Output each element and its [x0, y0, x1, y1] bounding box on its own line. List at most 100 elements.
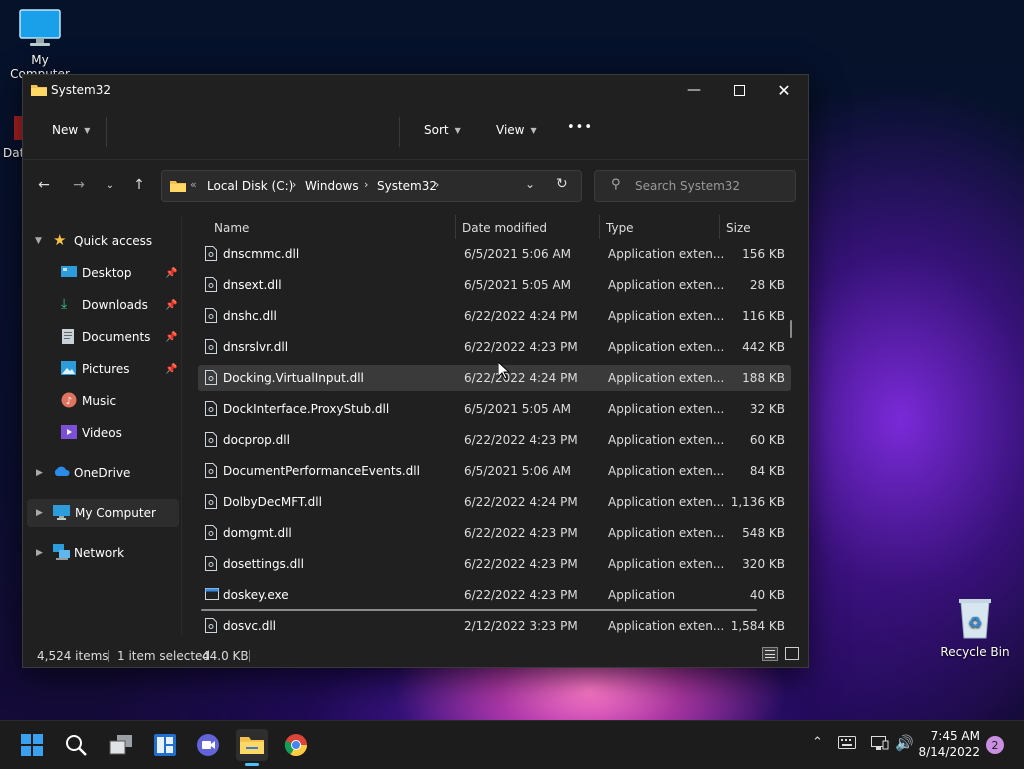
desktop-icon-recycle-bin[interactable]: ♻ Recycle Bin [935, 596, 1015, 659]
widgets-button[interactable] [149, 729, 181, 761]
pin-icon[interactable]: 📌 [165, 268, 177, 279]
desktop-icon-partial[interactable]: Data [0, 114, 24, 160]
pin-icon[interactable]: 📌 [165, 364, 177, 375]
network-status-icon[interactable] [871, 736, 889, 755]
column-header-type[interactable]: Type [606, 221, 634, 235]
new-button[interactable]: New ▼ [52, 123, 90, 137]
sidebar-item-desktop[interactable]: Desktop 📌 [23, 259, 179, 287]
start-button[interactable] [16, 729, 48, 761]
file-size: 84 KB [749, 464, 785, 478]
sidebar-item-label: Pictures [82, 362, 130, 376]
forward-button[interactable]: → [67, 175, 91, 195]
column-header-name[interactable]: Name [214, 221, 249, 235]
column-divider[interactable] [455, 215, 456, 239]
clock[interactable]: 7:45 AM 8/14/2022 [918, 728, 980, 760]
breadcrumb-local-disk[interactable]: Local Disk (C:) [207, 179, 293, 193]
table-row[interactable]: docprop.dll 6/22/2022 4:23 PM Application … [198, 427, 791, 453]
minimize-button[interactable]: — [671, 75, 717, 105]
pane-divider[interactable] [181, 215, 182, 635]
chevron-right-icon: ▶ [36, 468, 43, 478]
desktop-icon-my-computer[interactable]: My Computer [0, 8, 80, 81]
breadcrumb-windows[interactable]: Windows [305, 179, 359, 193]
file-date: 6/5/2021 5:05 AM [464, 278, 572, 292]
search-box[interactable]: ⚲ Search System32 [594, 170, 796, 202]
address-bar[interactable]: « Local Disk (C:) › Windows › System32 ›… [161, 170, 582, 202]
table-row[interactable]: dosettings.dll 6/22/2022 4:23 PM Applicati… [198, 551, 791, 577]
teams-chat-button[interactable] [192, 729, 224, 761]
file-name: dnscmmc.dll [223, 247, 300, 261]
file-size: 548 KB [742, 526, 785, 540]
notification-badge[interactable]: 2 [986, 736, 1004, 754]
recent-locations-button[interactable]: ⌄ [98, 175, 122, 195]
refresh-icon[interactable]: ↻ [556, 176, 568, 192]
breadcrumb-overflow[interactable]: « [190, 178, 197, 191]
table-row[interactable]: DocumentPerformanceEvents.dll 6/5/2021 5:… [198, 458, 791, 484]
item-count: 4,524 items [37, 649, 109, 663]
sidebar-item-documents[interactable]: Documents 📌 [23, 323, 179, 351]
pin-icon[interactable]: 📌 [165, 332, 177, 343]
more-options-button[interactable]: ••• [567, 120, 593, 135]
sidebar-item-pictures[interactable]: Pictures 📌 [23, 355, 179, 383]
address-history-dropdown[interactable]: ⌄ [525, 177, 535, 191]
file-size: 32 KB [749, 402, 785, 416]
folder-icon [31, 83, 47, 100]
file-list: ⌃ Name Date modified Type Size dnscmmc.d… [193, 215, 793, 635]
sidebar-item-network[interactable]: ▶ Network [23, 539, 179, 567]
volume-icon[interactable]: 🔊 [895, 734, 914, 752]
table-row[interactable]: dnsext.dll 6/5/2021 5:05 AM Application ex… [198, 272, 791, 298]
window-title: System32 [51, 83, 112, 97]
file-date: 2/12/2022 3:23 PM [464, 619, 578, 633]
horizontal-scrollbar[interactable] [201, 609, 757, 611]
details-view-button[interactable] [762, 647, 778, 661]
column-header-date[interactable]: Date modified [462, 221, 547, 235]
file-date: 6/22/2022 4:24 PM [464, 309, 578, 323]
column-header-row: ⌃ Name Date modified Type Size [193, 215, 793, 241]
table-row[interactable]: DockInterface.ProxyStub.dll 6/5/2021 5:05… [198, 396, 791, 422]
file-date: 6/22/2022 4:23 PM [464, 526, 578, 540]
sidebar-item-label: Network [74, 546, 125, 560]
tiles-view-button[interactable] [785, 647, 799, 660]
table-row[interactable]: dnshc.dll 6/22/2022 4:24 PM Application ex… [198, 303, 791, 329]
chevron-down-icon: ▼ [84, 125, 91, 135]
close-button[interactable]: ✕ [761, 75, 807, 105]
search-button[interactable] [60, 729, 92, 761]
view-button[interactable]: View ▼ [496, 123, 537, 137]
vertical-scrollbar[interactable] [790, 320, 792, 338]
chrome-taskbar-button[interactable] [280, 729, 312, 761]
file-type: Application exten... [608, 433, 725, 447]
file-type: Application exten... [608, 402, 725, 416]
cloud-icon [53, 466, 70, 482]
table-row[interactable]: Docking.VirtualInput.dll 6/22/2022 4:24 P… [198, 365, 791, 391]
column-divider[interactable] [719, 215, 720, 239]
column-header-size[interactable]: Size [726, 221, 751, 235]
table-row[interactable]: doskey.exe 6/22/2022 4:23 PM Application 40… [198, 582, 791, 608]
file-name: DocumentPerformanceEvents.dll [223, 464, 420, 478]
table-row[interactable]: dosvc.dll 2/12/2022 3:23 PM Application ex… [198, 613, 791, 635]
breadcrumb-system32[interactable]: System32 [377, 179, 437, 193]
sort-button[interactable]: Sort ▼ [424, 123, 461, 137]
sidebar-item-my-computer[interactable]: ▶ My Computer [27, 499, 179, 527]
keyboard-icon[interactable] [838, 736, 856, 753]
table-row[interactable]: domgmt.dll 6/22/2022 4:23 PM Application e… [198, 520, 791, 546]
table-row[interactable]: DolbyDecMFT.dll 6/22/2022 4:24 PM Applicat… [198, 489, 791, 515]
sidebar-item-downloads[interactable]: ⤓ Downloads 📌 [23, 291, 179, 319]
file-type: Application exten... [608, 309, 725, 323]
task-view-button[interactable] [105, 729, 137, 761]
sidebar-item-videos[interactable]: Videos [23, 419, 179, 447]
sidebar-item-quick-access[interactable]: ▼ ★ Quick access [23, 227, 179, 255]
show-hidden-icons-chevron-up-icon[interactable]: ⌃ [812, 735, 823, 750]
file-date: 6/22/2022 4:24 PM [464, 495, 578, 509]
sidebar-item-onedrive[interactable]: ▶ OneDrive [23, 459, 179, 487]
pin-icon[interactable]: 📌 [165, 300, 177, 311]
music-icon: ♪ [61, 392, 77, 408]
column-divider[interactable] [599, 215, 600, 239]
table-row[interactable]: dnsrslvr.dll 6/22/2022 4:23 PM Application… [198, 334, 791, 360]
file-explorer-taskbar-button[interactable] [236, 729, 268, 766]
back-button[interactable]: ← [32, 175, 56, 195]
maximize-button[interactable] [716, 75, 762, 105]
table-row[interactable]: dnscmmc.dll 6/5/2021 5:06 AM Application e… [198, 241, 791, 267]
sidebar-item-label: Music [82, 394, 117, 408]
title-bar[interactable]: System32 — ✕ [23, 75, 808, 105]
sidebar-item-music[interactable]: ♪ Music [23, 387, 179, 415]
up-button[interactable]: ↑ [127, 175, 151, 195]
